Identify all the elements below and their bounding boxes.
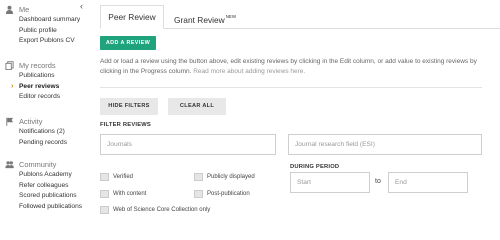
research-field-input[interactable]: Journal research field (ESI) — [288, 134, 482, 155]
checkbox-box[interactable] — [194, 190, 203, 198]
checkbox-post-publication[interactable]: Post-publication — [194, 189, 250, 199]
sidebar-section-title: My records — [19, 61, 56, 70]
people-icon — [5, 161, 14, 169]
checkbox-box[interactable] — [100, 190, 109, 198]
sidebar-section-title: Community — [19, 160, 57, 169]
sidebar-item-refer-colleagues[interactable]: Refer colleagues — [0, 181, 88, 192]
checkbox-label: Post-publication — [207, 191, 250, 197]
journals-input[interactable]: Journals — [100, 134, 276, 155]
sidebar: ‹ Me Dashboard summary Public profile Ex… — [0, 0, 88, 214]
new-badge: NEW — [225, 14, 236, 19]
checkbox-label: Web of Science Core Collection only — [113, 207, 211, 213]
checkbox-box[interactable] — [100, 173, 109, 181]
checkbox-label: With content — [113, 191, 147, 197]
sidebar-item-export-cv[interactable]: Export Publons CV — [0, 36, 88, 47]
checkbox-label: Publicly displayed — [207, 174, 255, 180]
main-content: Peer Review Grant ReviewNEW ADD A REVIEW… — [90, 0, 500, 214]
checkbox-verified[interactable]: Verified — [100, 172, 133, 182]
sidebar-item-editor-records[interactable]: Editor records — [0, 92, 88, 103]
clear-all-button[interactable]: CLEAR ALL — [168, 98, 226, 115]
flag-icon — [6, 117, 14, 126]
sidebar-section-activity: Activity Notifications (2) Pending recor… — [0, 116, 88, 148]
sidebar-item-publons-academy[interactable]: Publons Academy — [0, 170, 88, 181]
sidebar-section-my-records: My records Publications › Peer reviews E… — [0, 60, 88, 103]
divider — [100, 87, 482, 88]
checkbox-with-content[interactable]: With content — [100, 189, 146, 199]
sidebar-section-header: My records — [0, 60, 88, 71]
sidebar-section-title: Activity — [19, 117, 43, 126]
sidebar-item-label: Peer reviews — [19, 82, 60, 90]
sidebar-section-header: Me — [0, 4, 88, 15]
filter-reviews-heading: FILTER REVIEWS — [100, 122, 152, 128]
checkbox-wos-core-only[interactable]: Web of Science Core Collection only — [100, 205, 210, 215]
sidebar-item-public-profile[interactable]: Public profile — [0, 26, 88, 37]
sidebar-section-title: Me — [19, 5, 30, 14]
start-date-input[interactable]: Start — [290, 172, 370, 193]
hide-filters-button[interactable]: HIDE FILTERS — [100, 98, 158, 115]
during-period-label: DURING PERIOD — [290, 164, 340, 170]
tab-grant-review[interactable]: Grant ReviewNEW — [172, 5, 238, 29]
sidebar-item-peer-reviews[interactable]: › Peer reviews — [0, 82, 88, 93]
sidebar-item-followed-publications[interactable]: Followed publications — [0, 202, 88, 213]
review-tabs: Peer Review Grant ReviewNEW — [100, 5, 500, 29]
sidebar-item-scored-publications[interactable]: Scored publications — [0, 191, 88, 202]
read-more-link[interactable]: Read more about adding reviews here. — [193, 68, 305, 75]
sidebar-section-community: Community Publons Academy Refer colleagu… — [0, 159, 88, 212]
end-date-input[interactable]: End — [388, 172, 468, 193]
sidebar-item-dashboard-summary[interactable]: Dashboard summary — [0, 15, 88, 26]
sidebar-item-notifications[interactable]: Notifications (2) — [0, 127, 88, 138]
records-icon — [5, 61, 14, 70]
sidebar-section-header: Community — [0, 159, 88, 170]
to-label: to — [375, 178, 381, 185]
sidebar-section-header: Activity — [0, 116, 88, 127]
instructions-text: Add or load a review using the button ab… — [100, 57, 480, 77]
active-chevron-icon: › — [11, 82, 14, 90]
checkbox-label: Verified — [113, 174, 134, 180]
add-review-button[interactable]: ADD A REVIEW — [100, 36, 156, 50]
checkbox-box[interactable] — [194, 173, 203, 181]
sidebar-item-pending-records[interactable]: Pending records — [0, 138, 88, 149]
sidebar-item-publications[interactable]: Publications — [0, 71, 88, 82]
checkbox-publicly-displayed[interactable]: Publicly displayed — [194, 172, 255, 182]
tab-label: Grant Review — [174, 15, 225, 25]
person-icon — [5, 5, 14, 14]
sidebar-section-me: Me Dashboard summary Public profile Expo… — [0, 4, 88, 47]
tab-peer-review[interactable]: Peer Review — [100, 5, 164, 29]
checkbox-box[interactable] — [100, 206, 109, 214]
